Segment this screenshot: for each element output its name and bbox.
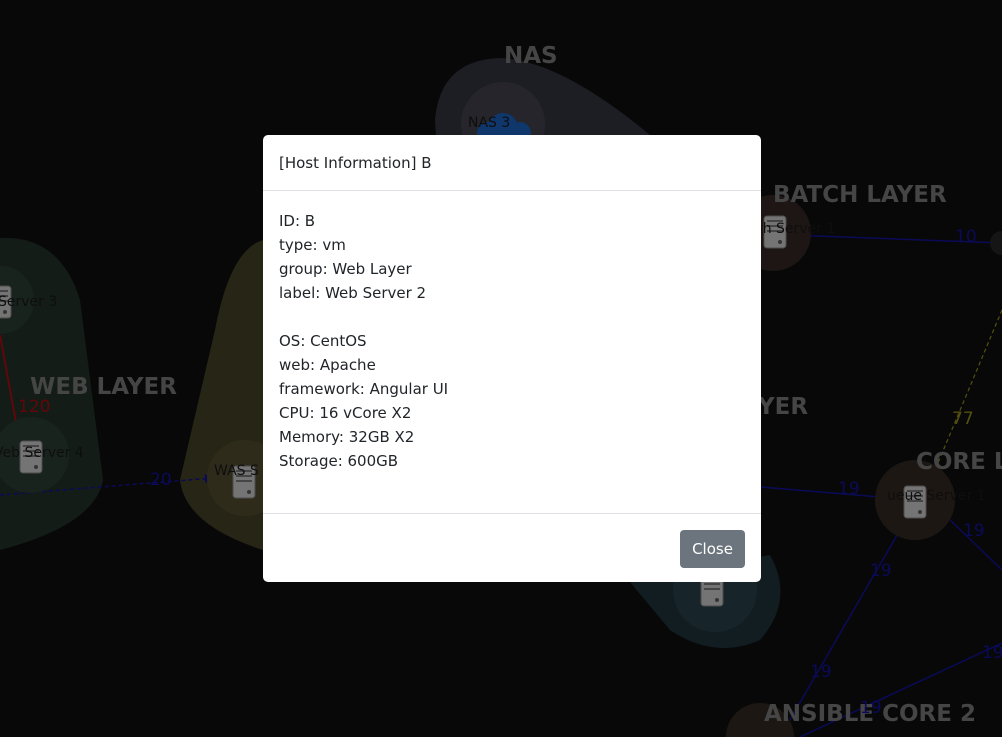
host-storage-field: Storage: 600GB [279, 452, 399, 470]
host-information-dialog: [Host Information] B ID: B type: vm grou… [263, 135, 761, 582]
host-framework-field: framework: Angular UI [279, 380, 449, 398]
host-memory-field: Memory: 32GB X2 [279, 428, 415, 446]
close-button[interactable]: Close [680, 530, 745, 568]
field-spacer [279, 305, 745, 329]
modal-body: ID: B type: vm group: Web Layer label: W… [263, 191, 761, 513]
modal-title: [Host Information] B [279, 154, 432, 172]
modal-header: [Host Information] B [263, 135, 761, 191]
host-os-field: OS: CentOS [279, 332, 367, 350]
host-id-field: ID: B [279, 212, 316, 230]
host-type-field: type: vm [279, 236, 346, 254]
host-group-field: group: Web Layer [279, 260, 412, 278]
host-label-field: label: Web Server 2 [279, 284, 427, 302]
host-web-field: web: Apache [279, 356, 376, 374]
modal-footer: Close [263, 513, 761, 582]
host-cpu-field: CPU: 16 vCore X2 [279, 404, 412, 422]
